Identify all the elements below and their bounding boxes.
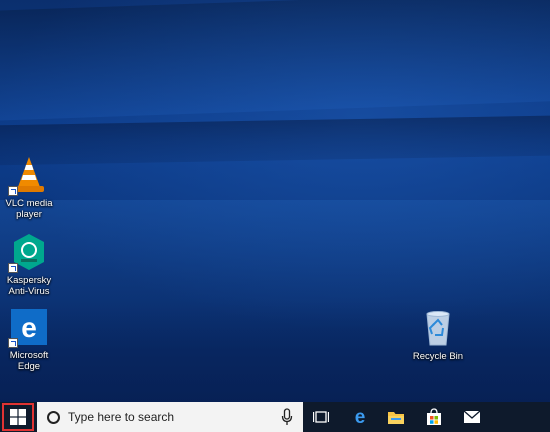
shortcut-arrow-icon bbox=[8, 186, 18, 196]
shortcut-arrow-icon bbox=[8, 263, 18, 273]
mail-icon bbox=[463, 410, 481, 423]
windows-logo-icon bbox=[10, 409, 26, 425]
svg-text:e: e bbox=[355, 408, 366, 426]
file-explorer-button[interactable] bbox=[378, 402, 414, 432]
cortana-circle-icon bbox=[47, 410, 60, 424]
store-button[interactable] bbox=[416, 402, 452, 432]
edge-icon: e bbox=[8, 307, 49, 348]
taskbar: Type here to search e bbox=[0, 402, 550, 432]
start-button[interactable] bbox=[2, 403, 34, 431]
kaspersky-icon bbox=[8, 232, 49, 273]
desktop-icon-label: player bbox=[16, 209, 42, 220]
desktop-icon-label: VLC media bbox=[5, 198, 53, 209]
desktop-icon-kaspersky[interactable]: Kaspersky Anti-Virus bbox=[0, 232, 61, 297]
wallpaper-light-beam bbox=[0, 0, 550, 122]
microphone-icon[interactable] bbox=[281, 408, 293, 426]
task-view-button[interactable] bbox=[303, 402, 339, 432]
desktop: VLC media player Kaspersky Anti-Virus e … bbox=[0, 0, 550, 402]
desktop-icon-label: Edge bbox=[17, 361, 41, 372]
wallpaper-light-beam bbox=[0, 114, 550, 166]
search-placeholder: Type here to search bbox=[68, 410, 175, 424]
desktop-icon-label: Kaspersky bbox=[6, 275, 52, 286]
search-box[interactable]: Type here to search bbox=[37, 402, 303, 432]
shortcut-arrow-icon bbox=[8, 338, 18, 348]
desktop-icon-edge[interactable]: e Microsoft Edge bbox=[0, 307, 61, 372]
mail-button[interactable] bbox=[454, 402, 490, 432]
folder-icon bbox=[388, 412, 404, 424]
desktop-icon-label: Recycle Bin bbox=[412, 351, 464, 362]
edge-icon: e bbox=[355, 408, 366, 426]
task-view-icon bbox=[313, 411, 329, 423]
taskbar-edge-button[interactable]: e bbox=[342, 402, 378, 432]
store-bag-icon bbox=[427, 408, 441, 425]
desktop-icon-label: Anti-Virus bbox=[8, 286, 50, 297]
desktop-icon-recycle-bin[interactable]: Recycle Bin bbox=[406, 308, 470, 362]
desktop-icon-label: Microsoft bbox=[9, 350, 49, 361]
desktop-icon-vlc[interactable]: VLC media player bbox=[0, 155, 61, 220]
vlc-cone-icon bbox=[8, 155, 49, 196]
svg-text:e: e bbox=[21, 312, 37, 343]
recycle-bin-icon bbox=[418, 308, 458, 348]
